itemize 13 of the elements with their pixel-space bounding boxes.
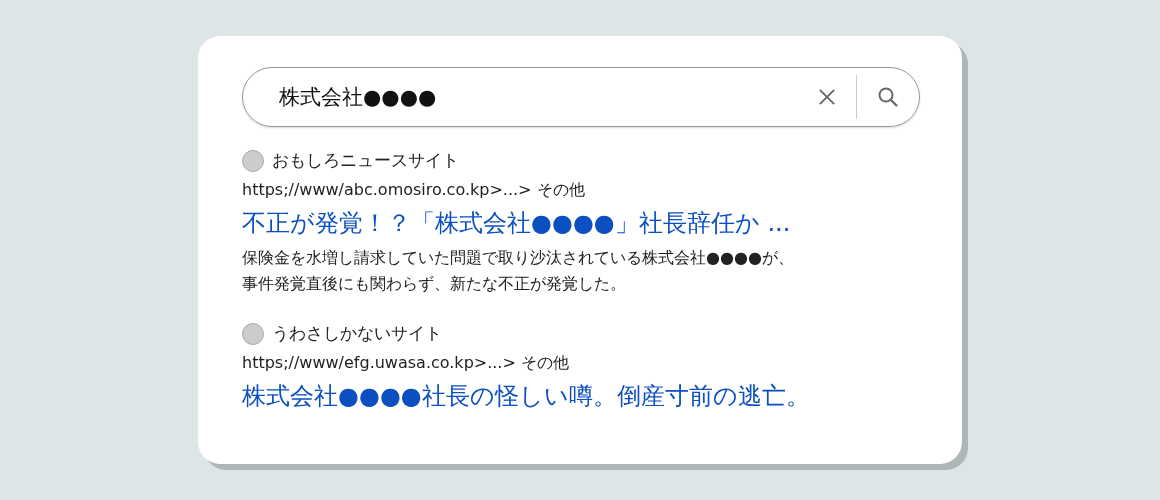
- result-title-link[interactable]: 不正が発覚！？「株式会社●●●●」社長辞任か ...: [242, 207, 920, 239]
- snippet-line: 保険金を水増し請求していた問題で取り沙汰されている株式会社●●●●が、: [242, 247, 795, 269]
- close-icon[interactable]: [818, 88, 836, 106]
- result-url: https;//www/efg.uwasa.co.kp>...> その他: [242, 353, 570, 375]
- site-icon: [242, 149, 264, 172]
- site-icon: [242, 322, 264, 345]
- search-icon[interactable]: [877, 86, 899, 108]
- result-url: https;//www/abc.omosiro.co.kp>...> その他: [242, 180, 586, 201]
- site-name: おもしろニュースサイト: [272, 149, 459, 172]
- snippet-line: 事件発覚直後にも関わらず、新たな不正が発覚した。: [242, 272, 627, 295]
- search-input[interactable]: 株式会社●●●●: [279, 85, 818, 109]
- result-title-link[interactable]: 株式会社●●●●社長の怪しい噂。倒産寸前の逃亡。: [242, 380, 920, 413]
- site-name: うわさしかないサイト: [272, 322, 442, 346]
